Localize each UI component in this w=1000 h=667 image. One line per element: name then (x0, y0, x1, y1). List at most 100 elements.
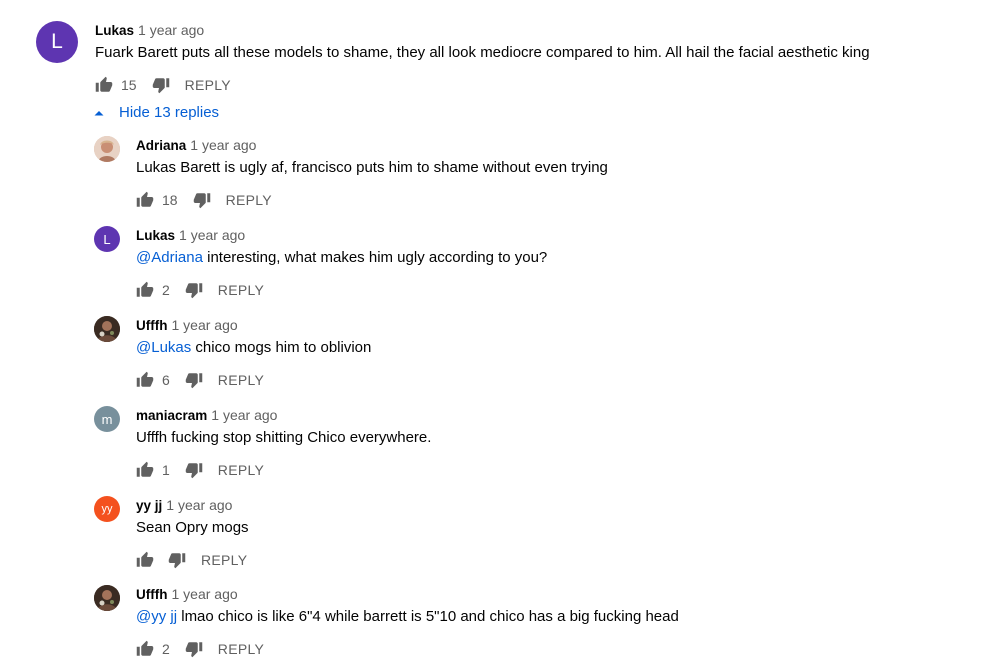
comment-body: Ufffh fucking stop shitting Chico everyw… (136, 429, 432, 446)
dislike-button[interactable] (193, 191, 211, 209)
like-count: 6 (162, 372, 170, 388)
like-button[interactable] (95, 76, 113, 94)
thumbs-down-icon (185, 463, 203, 479)
thumbs-up-icon (95, 76, 113, 92)
like-count: 1 (162, 462, 170, 478)
comment-header: yy jj 1 year ago (136, 496, 232, 515)
comment-header: maniacram 1 year ago (136, 406, 277, 425)
author-name[interactable]: Adriana (136, 138, 186, 153)
mention-link[interactable]: @Adriana (136, 249, 203, 266)
author-name[interactable]: maniacram (136, 408, 207, 423)
reply-button[interactable]: REPLY (218, 641, 264, 657)
profile-photo-icon (94, 136, 120, 162)
timestamp[interactable]: 1 year ago (166, 497, 232, 513)
timestamp[interactable]: 1 year ago (179, 227, 245, 243)
avatar[interactable]: m (94, 406, 120, 432)
comment-text: Sean Opry mogs (136, 518, 249, 538)
reply-button[interactable]: REPLY (201, 552, 247, 568)
timestamp[interactable]: 1 year ago (211, 407, 277, 423)
dislike-button[interactable] (185, 640, 203, 658)
thumbs-up-icon (136, 640, 154, 656)
comment-text: Fuark Barett puts all these models to sh… (95, 44, 870, 61)
avatar-letter: yy (101, 503, 113, 515)
comment-actions: 6 REPLY (136, 368, 264, 392)
avatar-letter: L (51, 30, 63, 53)
comment-body: chico mogs him to oblivion (191, 339, 372, 356)
profile-photo-icon (94, 316, 120, 342)
author-name[interactable]: Ufffh (136, 587, 167, 602)
reply-comment: Adriana 1 year ago Lukas Barett is ugly af… (94, 136, 974, 218)
timestamp[interactable]: 1 year ago (171, 586, 237, 602)
avatar[interactable]: yy (94, 496, 120, 522)
like-button[interactable] (136, 640, 154, 658)
avatar[interactable] (94, 585, 120, 611)
top-comment: L Lukas 1 year ago Fuark Barett puts all … (36, 21, 976, 101)
reply-button[interactable]: REPLY (218, 372, 264, 388)
timestamp[interactable]: 1 year ago (138, 22, 204, 38)
dislike-button[interactable] (168, 551, 186, 569)
comment-body: Sean Opry mogs (136, 519, 249, 536)
thumbs-up-icon (136, 191, 154, 207)
thumbs-up-icon (136, 551, 154, 567)
comment-header: Lukas 1 year ago (136, 226, 245, 245)
timestamp[interactable]: 1 year ago (171, 317, 237, 333)
thumbs-down-icon (168, 553, 186, 569)
like-button[interactable] (136, 371, 154, 389)
comment-header: Adriana 1 year ago (136, 136, 256, 155)
thumbs-down-icon (152, 78, 169, 94)
avatar[interactable] (94, 316, 120, 342)
toggle-replies-button[interactable]: Hide 13 replies (93, 104, 219, 121)
dislike-button[interactable] (152, 76, 170, 94)
mention-link[interactable]: @Lukas (136, 339, 191, 356)
avatar-letter: m (101, 411, 113, 427)
thumbs-up-icon (136, 281, 154, 297)
comment-actions: 2 REPLY (136, 278, 264, 302)
comment-text: Lukas Barett is ugly af, francisco puts … (136, 158, 608, 178)
author-name[interactable]: Lukas (136, 228, 175, 243)
comment-actions: 1 REPLY (136, 458, 264, 482)
thumbs-down-icon (185, 642, 203, 658)
reply-button[interactable]: REPLY (218, 282, 264, 298)
profile-photo-icon (94, 585, 120, 611)
caret-up-icon (94, 110, 104, 115)
like-count: 18 (162, 192, 178, 208)
reply-comment: yy yy jj 1 year ago Sean Opry mogs REPLY (94, 496, 974, 578)
comment-body: lmao chico is like 6"4 while barrett is … (177, 608, 679, 625)
avatar[interactable]: L (94, 226, 120, 252)
thumbs-down-icon (193, 193, 210, 209)
reply-button[interactable]: REPLY (185, 77, 231, 93)
comment-header: Ufffh 1 year ago (136, 316, 238, 335)
reply-comment: L Lukas 1 year ago @Adriana interesting, wh… (94, 226, 974, 308)
comment-header: Lukas 1 year ago (95, 21, 204, 40)
comment-text: Ufffh fucking stop shitting Chico everyw… (136, 428, 431, 448)
comment-body: interesting, what makes him ugly accordi… (202, 249, 548, 266)
like-count: 2 (162, 641, 170, 657)
reply-comment: m maniacram 1 year ago Ufffh fucking stop s… (94, 406, 974, 488)
reply-button[interactable]: REPLY (226, 192, 272, 208)
thumbs-down-icon (185, 283, 203, 299)
like-button[interactable] (136, 191, 154, 209)
comment-actions: REPLY (136, 548, 247, 572)
like-button[interactable] (136, 461, 154, 479)
author-name[interactable]: Ufffh (136, 318, 167, 333)
comment-text: @Lukas chico mogs him to oblivion (136, 338, 371, 358)
author-name[interactable]: Lukas (95, 23, 134, 38)
dislike-button[interactable] (185, 461, 203, 479)
comment-actions: 2 REPLY (136, 637, 264, 661)
author-name[interactable]: yy jj (136, 498, 162, 513)
mention-link[interactable]: @yy jj (136, 608, 177, 625)
dislike-button[interactable] (185, 281, 203, 299)
avatar[interactable]: L (36, 21, 78, 63)
reply-button[interactable]: REPLY (218, 462, 264, 478)
comment-body: Lukas Barett is ugly af, francisco puts … (136, 159, 608, 176)
like-count: 2 (162, 282, 170, 298)
comment-actions: 18 REPLY (136, 188, 272, 212)
timestamp[interactable]: 1 year ago (190, 137, 256, 153)
like-button[interactable] (136, 551, 154, 569)
dislike-button[interactable] (185, 371, 203, 389)
toggle-replies-label: Hide 13 replies (119, 104, 220, 121)
comment-text: @yy jj lmao chico is like 6"4 while barr… (136, 607, 679, 627)
like-button[interactable] (136, 281, 154, 299)
thumbs-up-icon (136, 371, 154, 387)
avatar[interactable] (94, 136, 120, 162)
